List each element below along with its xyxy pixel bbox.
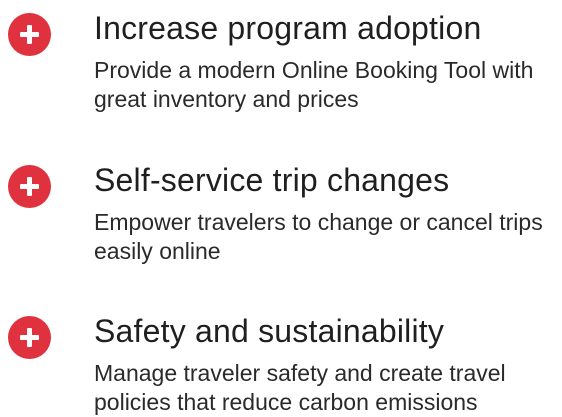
feature-description: Empower travelers to change or cancel tr…	[94, 209, 543, 264]
feature-description: Manage traveler safety and create travel…	[94, 360, 506, 415]
feature-description: Provide a modern Online Booking Tool wit…	[94, 57, 534, 112]
feature-list: Increase program adoption Provide a mode…	[0, 0, 562, 415]
plus-circle-icon	[8, 13, 51, 56]
feature-title: Self-service trip changes	[94, 162, 450, 198]
plus-circle-icon	[8, 165, 51, 208]
plus-circle-icon	[8, 316, 51, 359]
feature-title: Safety and sustainability	[94, 313, 445, 349]
feature-title: Increase program adoption	[94, 10, 482, 46]
